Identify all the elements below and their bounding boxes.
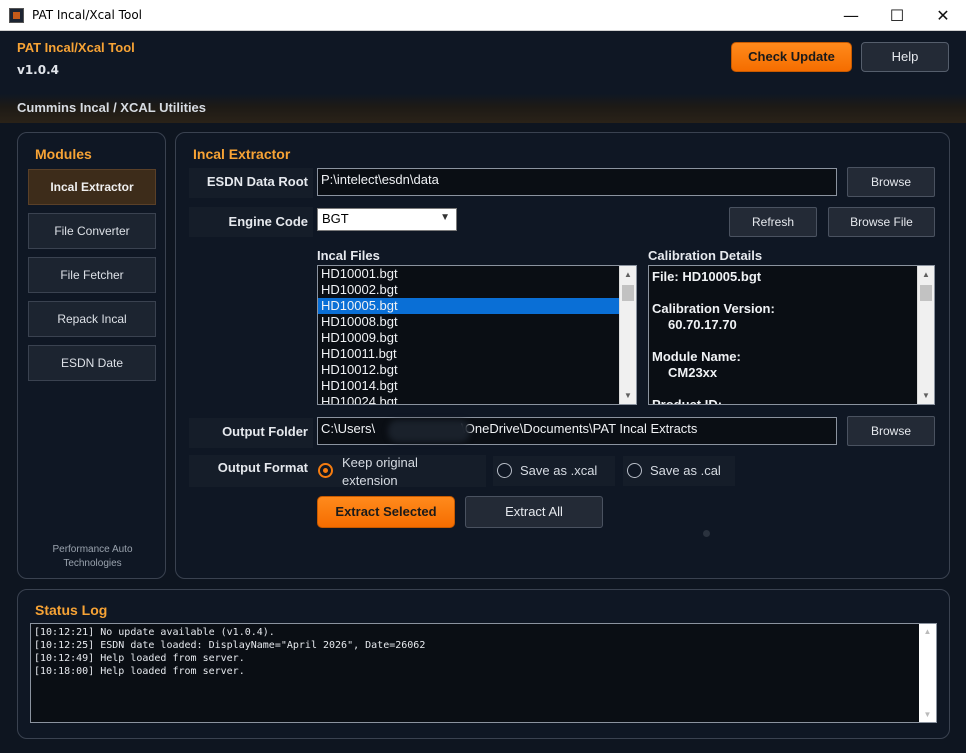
log-scrollbar[interactable]: ▲ ▼ <box>919 624 936 722</box>
detail-blank <box>649 333 934 349</box>
scroll-thumb[interactable] <box>622 285 634 301</box>
output-folder-path-start: C:\Users\ <box>321 421 376 436</box>
save-xcal-label: Save as .xcal <box>520 463 598 478</box>
list-item[interactable]: HD10012.bgt <box>318 362 636 378</box>
detail-blank <box>649 381 934 397</box>
list-item[interactable]: HD10008.bgt <box>318 314 636 330</box>
scroll-down-icon[interactable]: ▼ <box>919 707 936 722</box>
maximize-button[interactable]: ☐ <box>874 0 920 31</box>
detail-blank <box>649 285 934 301</box>
keep-original-label: Keep original extension <box>342 454 418 490</box>
scroll-down-icon[interactable]: ▼ <box>918 387 934 404</box>
scroll-up-icon[interactable]: ▲ <box>620 266 636 283</box>
app-subtitle: Cummins Incal / XCAL Utilities <box>17 100 207 115</box>
list-item[interactable]: HD10002.bgt <box>318 282 636 298</box>
sidebar-item-file-fetcher[interactable]: File Fetcher <box>28 257 156 293</box>
scroll-up-icon[interactable]: ▲ <box>918 266 934 283</box>
calibration-details-box: File: HD10005.bgt Calibration Version: 6… <box>648 265 935 405</box>
sidebar-item-incal-extractor[interactable]: Incal Extractor <box>28 169 156 205</box>
extract-selected-button[interactable]: Extract Selected <box>317 496 455 528</box>
modules-panel: Modules Incal Extractor File Converter F… <box>17 132 166 579</box>
chevron-down-icon: ▼ <box>440 212 450 223</box>
help-button[interactable]: Help <box>861 42 949 72</box>
esdn-data-root-label: ESDN Data Root <box>206 174 308 189</box>
detail-product-id-label: Product ID: <box>652 397 723 405</box>
app-icon <box>9 8 24 23</box>
scroll-thumb[interactable] <box>920 285 932 301</box>
browse-file-button[interactable]: Browse File <box>828 207 935 237</box>
esdn-browse-button[interactable]: Browse <box>847 167 935 197</box>
detail-module-name-label: Module Name: <box>652 349 741 364</box>
list-item[interactable]: HD10011.bgt <box>318 346 636 362</box>
keep-original-line-1: Keep original <box>342 455 418 470</box>
scroll-up-icon[interactable]: ▲ <box>919 624 936 639</box>
radio-save-cal[interactable] <box>627 463 642 478</box>
radio-keep-original[interactable] <box>318 463 333 478</box>
list-item[interactable]: HD10001.bgt <box>318 266 636 282</box>
engine-code-select[interactable]: BGT ▼ <box>317 208 457 231</box>
list-item-selected[interactable]: HD10005.bgt <box>318 298 636 314</box>
calibration-details-label: Calibration Details <box>648 248 763 263</box>
output-folder-path-end: \OneDrive\Documents\PAT Incal Extracts <box>461 421 698 436</box>
company-credit: Performance Auto Technologies <box>18 543 167 571</box>
company-line-1: Performance Auto <box>52 544 133 555</box>
esdn-data-root-input[interactable]: P:\intelect\esdn\data <box>317 168 837 196</box>
detail-cal-version-label: Calibration Version: <box>652 301 775 316</box>
engine-code-value: BGT <box>322 211 349 226</box>
list-item[interactable]: HD10014.bgt <box>318 378 636 394</box>
engine-code-label: Engine Code <box>228 214 308 229</box>
busy-indicator <box>703 530 710 537</box>
details-scrollbar[interactable]: ▲ ▼ <box>917 266 934 404</box>
output-format-label: Output Format <box>217 460 308 475</box>
minimize-button[interactable]: — <box>828 0 874 31</box>
close-button[interactable]: ✕ <box>920 0 966 31</box>
detail-cal-version-value: 60.70.17.70 <box>668 317 737 332</box>
window-title: PAT Incal/Xcal Tool <box>32 8 142 22</box>
scroll-down-icon[interactable]: ▼ <box>620 387 636 404</box>
radio-save-xcal[interactable] <box>497 463 512 478</box>
refresh-button[interactable]: Refresh <box>729 207 817 237</box>
app-header: PAT Incal/Xcal Tool v1.0.4 Cummins Incal… <box>0 31 966 123</box>
keep-original-line-2: extension <box>342 473 398 488</box>
modules-title: Modules <box>35 146 92 162</box>
extractor-title: Incal Extractor <box>193 146 291 162</box>
status-log-text[interactable]: [10:12:21] No update available (v1.0.4).… <box>30 623 937 723</box>
save-cal-label: Save as .cal <box>650 463 721 478</box>
output-browse-button[interactable]: Browse <box>847 416 935 446</box>
company-line-2: Technologies <box>63 558 122 569</box>
app-version: v1.0.4 <box>17 63 59 77</box>
sidebar-item-file-converter[interactable]: File Converter <box>28 213 156 249</box>
title-bar: PAT Incal/Xcal Tool — ☐ ✕ <box>0 0 966 31</box>
files-scrollbar[interactable]: ▲ ▼ <box>619 266 636 404</box>
sidebar-item-repack-incal[interactable]: Repack Incal <box>28 301 156 337</box>
extract-all-button[interactable]: Extract All <box>465 496 603 528</box>
log-entry: [10:18:00] Help loaded from server. <box>34 666 245 677</box>
list-item[interactable]: HD10009.bgt <box>318 330 636 346</box>
incal-files-label: Incal Files <box>317 248 380 263</box>
check-update-button[interactable]: Check Update <box>731 42 852 72</box>
log-entry: [10:12:21] No update available (v1.0.4). <box>34 627 275 638</box>
incal-files-list[interactable]: HD10001.bgt HD10002.bgt HD10005.bgt HD10… <box>317 265 637 405</box>
detail-file: File: HD10005.bgt <box>652 269 762 284</box>
detail-module-name-value: CM23xx <box>668 365 718 380</box>
sidebar-item-esdn-date[interactable]: ESDN Date <box>28 345 156 381</box>
app-name: PAT Incal/Xcal Tool <box>17 40 135 55</box>
log-entry: [10:12:49] Help loaded from server. <box>34 653 245 664</box>
redaction-blur <box>388 420 470 442</box>
log-entry: [10:12:25] ESDN date loaded: DisplayName… <box>34 640 426 651</box>
output-folder-label: Output Folder <box>222 424 308 439</box>
status-log-title: Status Log <box>35 602 108 618</box>
list-item[interactable]: HD10024.bgt <box>318 394 636 404</box>
